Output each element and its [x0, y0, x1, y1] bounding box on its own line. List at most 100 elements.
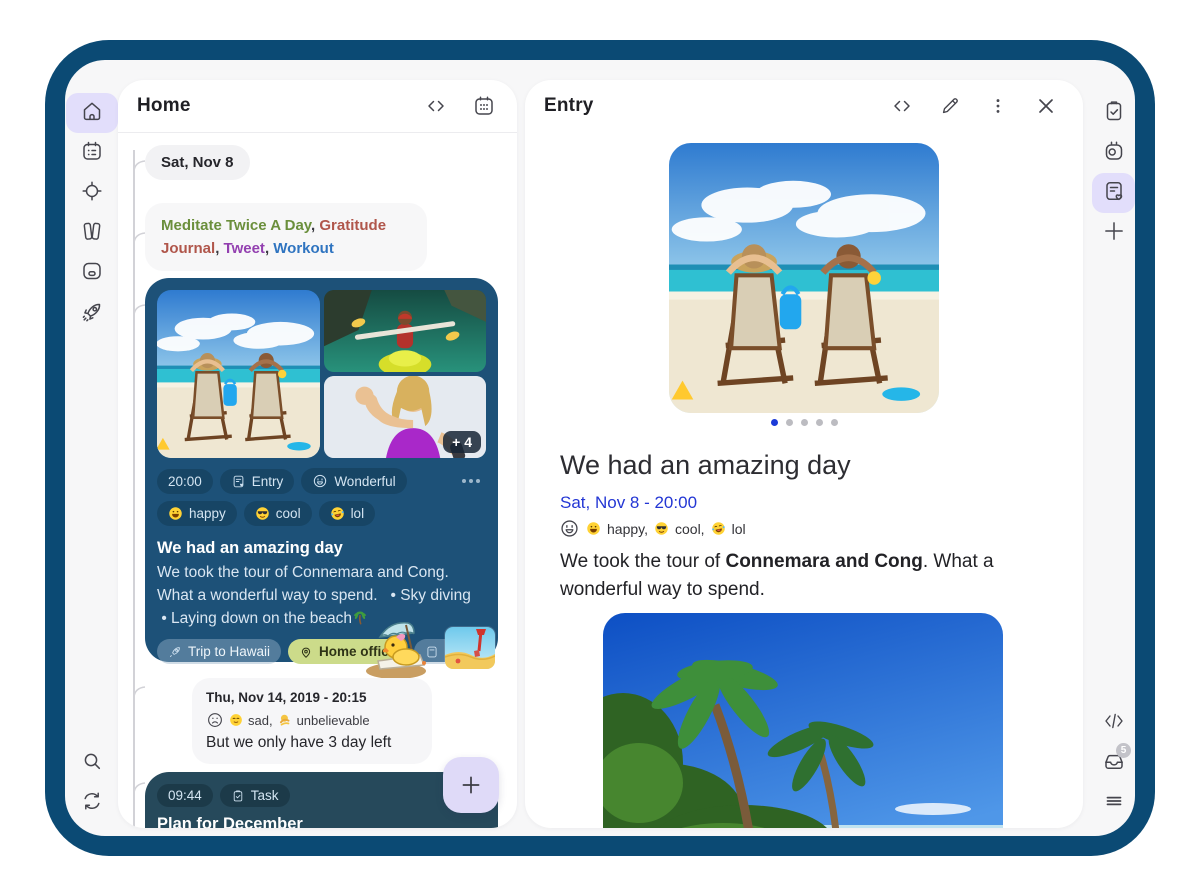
- lol-emoji: [330, 506, 345, 521]
- menu-icon: [1102, 789, 1126, 818]
- beach-couple-photo[interactable]: [669, 143, 939, 413]
- pin-icon: [299, 645, 313, 659]
- smiley-icon: [312, 473, 328, 489]
- note-mood-row: sad, unbelievable: [206, 711, 418, 729]
- mood-pill[interactable]: Wonderful: [301, 468, 406, 494]
- sidebar-item-focus[interactable]: [72, 173, 112, 213]
- date-badge[interactable]: Sat, Nov 8: [145, 145, 250, 180]
- photo-collage: + 4: [157, 290, 486, 458]
- sidebar-item-explore[interactable]: [72, 294, 112, 334]
- habit-item: Workout: [273, 240, 334, 257]
- kayak-photo[interactable]: [324, 290, 486, 372]
- beach-couple-photo[interactable]: [157, 290, 320, 458]
- sidebar-item-search[interactable]: [72, 743, 112, 783]
- timeline-branch: [132, 302, 146, 316]
- task-title: Plan for December: [157, 815, 486, 828]
- header-divider: [118, 132, 517, 133]
- timeline-branch: [132, 158, 146, 172]
- home-panel: Home Sat, Nov 8 Meditate Twice A Day, Gr…: [118, 80, 517, 828]
- task-icon: [231, 789, 245, 803]
- inbox-icon: 5: [1102, 749, 1126, 778]
- lol-emoji: [711, 521, 726, 536]
- entry-panel: Entry We had an amazing day Sat, Nov 8 -…: [525, 80, 1083, 828]
- sidebar-item-sync[interactable]: [72, 783, 112, 823]
- home-panel-title: Home: [137, 95, 191, 117]
- note-date: Thu, Nov 14, 2019 - 20:15: [206, 690, 418, 705]
- mood-tag-pill[interactable]: happy: [157, 501, 237, 526]
- home-panel-header: Home: [118, 80, 517, 132]
- rail-item-tasks[interactable]: [1094, 93, 1134, 133]
- palm-trees-photo[interactable]: [603, 613, 1003, 828]
- timeline-line: [133, 150, 135, 828]
- entry-icon: [1102, 179, 1126, 208]
- note-card[interactable]: Thu, Nov 14, 2019 - 20:15 sad, unbelieva…: [192, 678, 432, 764]
- code-icon: [424, 94, 448, 118]
- timer-icon: [1102, 139, 1126, 168]
- duck-umbrella-sticker: [362, 617, 440, 679]
- calendar-icon: [472, 94, 496, 118]
- timeline-branch: [132, 230, 146, 244]
- note-body: But we only have 3 day left: [206, 734, 418, 752]
- entry-mood-row: happy, cool, lol: [559, 518, 746, 539]
- sidebar-item-library[interactable]: [72, 213, 112, 253]
- code-view-button[interactable]: [423, 93, 449, 119]
- mood-tag-pill[interactable]: cool: [244, 501, 312, 526]
- fitness-photo[interactable]: + 4: [324, 376, 486, 458]
- grin-emoji: [586, 521, 601, 536]
- rail-item-menu[interactable]: [1094, 783, 1134, 823]
- close-button[interactable]: [1033, 93, 1059, 119]
- tag-pill-trip[interactable]: Trip to Hawaii: [157, 639, 281, 664]
- plus-icon: [1101, 218, 1127, 249]
- task-type-pill: Task: [220, 784, 290, 807]
- sync-icon: [80, 789, 104, 818]
- rail-item-code[interactable]: [1094, 703, 1134, 743]
- cool-emoji: [255, 506, 270, 521]
- timeline-branch: [132, 684, 146, 698]
- code-icon: [1102, 709, 1126, 738]
- more-icon: [988, 96, 1008, 116]
- code-view-button[interactable]: [889, 93, 915, 119]
- more-icon[interactable]: [462, 479, 480, 483]
- agenda-icon: [80, 139, 104, 168]
- entry-icon: [231, 474, 246, 489]
- sidebar-item-home[interactable]: [72, 93, 112, 133]
- more-button[interactable]: [985, 93, 1011, 119]
- entry-date-link[interactable]: Sat, Nov 8 - 20:00: [560, 493, 697, 513]
- time-pill[interactable]: 20:00: [157, 469, 213, 494]
- cool-emoji: [654, 521, 669, 536]
- focus-icon: [80, 179, 104, 208]
- carousel-dots[interactable]: [525, 419, 1083, 426]
- grin-face-icon: [559, 518, 580, 539]
- rail-item-timer[interactable]: [1094, 133, 1134, 173]
- mood-tag-pill[interactable]: lol: [319, 501, 376, 526]
- entry-panel-title: Entry: [544, 95, 594, 117]
- screenshot-stage: Home Sat, Nov 8 Meditate Twice A Day, Gr…: [0, 0, 1200, 894]
- entry-title: We had an amazing day: [560, 450, 851, 481]
- plus-icon: [458, 772, 484, 798]
- calendar-button[interactable]: [471, 93, 497, 119]
- sidebar-item-agenda[interactable]: [72, 133, 112, 173]
- rocket-icon: [168, 645, 182, 659]
- entry-type-pill[interactable]: Entry: [220, 469, 295, 494]
- facepalm-emoji: [278, 713, 292, 727]
- rocket-icon: [80, 300, 104, 329]
- library-icon: [80, 219, 104, 248]
- habits-card[interactable]: Meditate Twice A Day, Gratitude Journal,…: [145, 203, 427, 271]
- add-entry-button[interactable]: [443, 757, 499, 813]
- rail-item-inbox[interactable]: 5: [1094, 743, 1134, 783]
- entry-body: We took the tour of Connemara and Cong. …: [560, 548, 1050, 604]
- rail-item-entry[interactable]: [1094, 173, 1134, 213]
- close-icon: [1034, 94, 1058, 118]
- sidebar-item-archive[interactable]: [72, 253, 112, 293]
- entry-card-title: We had an amazing day: [157, 539, 486, 558]
- app-window: Home Sat, Nov 8 Meditate Twice A Day, Gr…: [65, 60, 1135, 836]
- code-icon: [890, 94, 914, 118]
- inbox-badge: 5: [1116, 743, 1131, 758]
- edit-button[interactable]: [937, 93, 963, 119]
- entry-panel-header: Entry: [525, 80, 1083, 132]
- habit-item: Tweet: [224, 240, 265, 257]
- sad-face-icon: [206, 711, 224, 729]
- rail-item-add[interactable]: [1094, 213, 1134, 253]
- carousel-dot-active: [771, 419, 778, 426]
- entry-card[interactable]: + 4 20:00 Entry Wonderful: [145, 278, 498, 662]
